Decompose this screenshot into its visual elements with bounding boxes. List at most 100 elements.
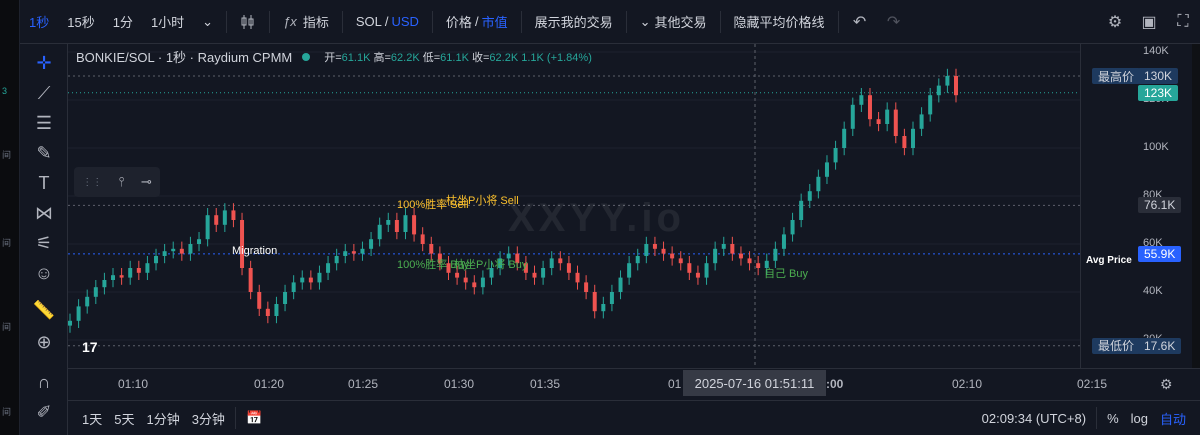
chevron-down-icon: ⌄ — [202, 13, 214, 29]
magnet-icon: ∩ — [37, 371, 51, 392]
divider — [234, 407, 236, 429]
undo-button[interactable]: ↶ — [843, 0, 877, 44]
zoom-tool[interactable]: ⊕ — [20, 326, 68, 358]
candle — [730, 244, 735, 254]
hide-avg-price-button[interactable]: 隐藏平均价格线 — [725, 0, 834, 44]
candle — [136, 268, 141, 273]
currency-sol: SOL — [355, 14, 382, 29]
divider — [226, 10, 228, 33]
candle — [764, 260, 769, 268]
lock-drawings-tool[interactable]: ✐ — [20, 396, 68, 428]
time-tick-label: 01:20 — [254, 377, 285, 391]
brush-tool[interactable]: ✎ — [20, 137, 68, 169]
time-axis-settings-button[interactable]: ⚙ — [1160, 376, 1173, 393]
tradingview-logo-icon: 17 — [82, 339, 98, 355]
candle — [257, 292, 262, 309]
price-option: 价格 — [445, 15, 472, 30]
candle — [601, 304, 606, 312]
log-toggle[interactable]: log — [1125, 411, 1154, 426]
screenshot-button[interactable]: ▣ — [1132, 0, 1166, 44]
crosshair-tool[interactable]: ✛ — [20, 47, 68, 79]
candle — [283, 292, 288, 304]
candle — [188, 244, 193, 254]
left-edge-strip: 3 间 间 间 间 — [0, 0, 20, 435]
interval-1h-button[interactable]: 1小时 — [142, 0, 193, 44]
candle — [695, 272, 700, 278]
candle — [842, 128, 847, 148]
emoji-tool[interactable]: ☺ — [20, 257, 68, 289]
interval-1s-button[interactable]: 1秒 — [20, 0, 58, 44]
high-price-label: 最高价 — [1092, 68, 1141, 84]
candle — [506, 253, 511, 259]
currency-separator: / — [384, 14, 389, 29]
interval-1m-button[interactable]: 1分 — [104, 0, 142, 44]
candle — [334, 256, 339, 264]
candle — [850, 104, 855, 129]
time-tick-label: 01 — [668, 377, 682, 391]
clock-display[interactable]: 02:09:34 (UTC+8) — [976, 411, 1092, 426]
zoom-in-icon: ⊕ — [36, 331, 52, 352]
candle — [885, 109, 890, 124]
ruler-tool[interactable]: 📏 — [20, 294, 68, 326]
text-tool[interactable]: T — [20, 167, 68, 199]
indicators-label: 指标 — [302, 15, 329, 30]
prediction-tool[interactable]: ⚟ — [20, 227, 68, 259]
magnet-tool[interactable]: ∩ — [20, 366, 68, 398]
candle — [248, 268, 253, 292]
candle — [274, 304, 279, 316]
currency-toggle[interactable]: SOL / USD — [347, 0, 428, 44]
price-tick-label: 140K — [1143, 45, 1169, 57]
vertical-line-icon[interactable]: ⫯ — [119, 174, 125, 190]
range-1min-button[interactable]: 1分钟 — [140, 409, 185, 428]
date-range-button[interactable]: 📅 — [240, 410, 268, 426]
range-1d-button[interactable]: 1天 — [76, 409, 108, 428]
drag-handle-icon[interactable]: ⋮⋮ — [82, 177, 102, 188]
candle — [919, 114, 924, 129]
drawing-toolbar: ✛ ⟋ ☰ ✎ T ⋈ ⚟ ☺ 📏 ⊕ ∩ ✐ — [20, 44, 68, 435]
interval-dropdown[interactable]: ⌄ — [193, 0, 222, 44]
candle — [799, 200, 804, 220]
other-trades-label: 其他交易 — [654, 15, 707, 30]
open-label: 开 — [324, 51, 336, 64]
candle — [128, 268, 133, 278]
candle — [558, 258, 563, 264]
ohlc-values: 开=61.1K 高=62.2K 低=61.1K 收=62.2K 1.1K (+1… — [324, 51, 592, 64]
left-strip-label: 间 — [2, 322, 12, 332]
range-5d-button[interactable]: 5天 — [108, 409, 140, 428]
candlestick-type-button[interactable] — [231, 0, 265, 44]
candle — [222, 210, 227, 225]
time-axis[interactable] — [68, 368, 1200, 400]
range-3min-button[interactable]: 3分钟 — [186, 409, 231, 428]
auto-scale-toggle[interactable]: 自动 — [1154, 409, 1192, 428]
candle — [197, 239, 202, 244]
fib-tool[interactable]: ☰ — [20, 107, 68, 139]
indicators-button[interactable]: ƒx 指标 — [274, 0, 338, 44]
settings-button[interactable]: ⚙ — [1098, 0, 1132, 44]
symbol-title[interactable]: BONKIE/SOL · 1秒 · Raydium CPMM — [76, 47, 292, 66]
redo-button[interactable]: ↷ — [877, 0, 911, 44]
horizontal-ray-icon[interactable]: ⊸ — [141, 174, 152, 190]
candle — [420, 234, 425, 244]
candle — [343, 251, 348, 256]
other-trades-dropdown[interactable]: ⌄ 其他交易 — [631, 0, 716, 44]
candle — [936, 85, 941, 96]
candle — [369, 239, 374, 249]
pattern-icon: ⋈ — [35, 202, 53, 223]
value-separator: / — [474, 14, 479, 29]
high-price-tag: 130K — [1138, 68, 1179, 84]
candle — [566, 263, 571, 273]
candle — [119, 275, 124, 278]
interval-15s-button[interactable]: 15秒 — [58, 0, 103, 44]
candle — [291, 282, 296, 292]
percent-toggle[interactable]: % — [1101, 411, 1125, 426]
show-my-trades-button[interactable]: 展示我的交易 — [526, 0, 622, 44]
gear-icon: ⚙ — [1160, 376, 1173, 392]
pattern-tool[interactable]: ⋈ — [20, 197, 68, 229]
fullscreen-button[interactable]: ⛶ — [1166, 0, 1200, 44]
candle — [773, 248, 778, 261]
value-toggle[interactable]: 价格 / 市值 — [437, 0, 517, 44]
trendline-tool[interactable]: ⟋ — [20, 77, 68, 109]
candle — [747, 258, 752, 264]
candle — [480, 277, 485, 288]
sliders-icon: ⚟ — [35, 232, 53, 253]
